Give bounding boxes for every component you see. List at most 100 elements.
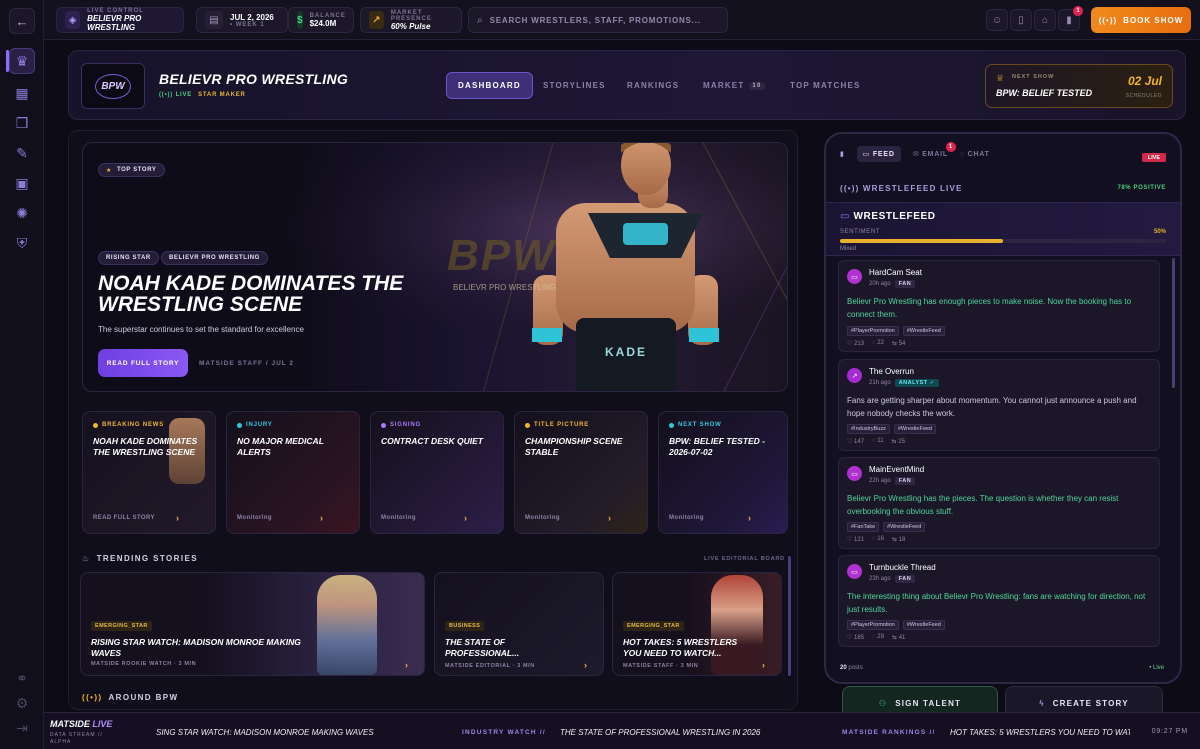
- link-icon[interactable]: ⚭: [9, 665, 35, 691]
- book-show-button[interactable]: ((•)) BOOK SHOW: [1091, 7, 1191, 33]
- post-tag[interactable]: #PlayerPromotion: [847, 326, 899, 336]
- news-card[interactable]: NEXT SHOW BPW: BELIEF TESTED - 2026-07-0…: [658, 411, 788, 534]
- post-tag[interactable]: #WrestleFeed: [902, 620, 945, 630]
- graduation-icon[interactable]: ⌂: [1034, 9, 1056, 31]
- balance-chip[interactable]: $ BALANCE $24.0M: [288, 7, 354, 33]
- ticker-clock: 09:27 PM: [1151, 728, 1188, 735]
- news-card[interactable]: INJURY NO MAJOR MEDICAL ALERTS Monitorin…: [226, 411, 360, 534]
- ring-icon[interactable]: ▦: [9, 80, 35, 106]
- tab-feed[interactable]: ▭ FEED: [856, 146, 901, 162]
- user-icon[interactable]: ☺: [986, 9, 1008, 31]
- balance-label: BALANCE: [309, 12, 346, 19]
- ticker-item[interactable]: THE STATE OF PROFESSIONAL WRESTLING IN 2…: [560, 728, 760, 737]
- feed-live-indicator: • Live: [1149, 665, 1164, 671]
- flame-icon: ♨: [82, 554, 91, 563]
- next-show-card[interactable]: ♕ NEXT SHOW BPW: BELIEF TESTED 02 Jul SC…: [985, 64, 1173, 108]
- chat-bubble-icon: ▭: [840, 211, 851, 222]
- hero-description: The superstar continues to set the stand…: [98, 325, 304, 334]
- briefcase-icon[interactable]: ▣: [9, 170, 35, 196]
- post-stats: ♡ 147 ◌ 11 ⇆ 25: [847, 438, 905, 445]
- trending-card[interactable]: EMERGING_STAR RISING STAR WATCH: MADISON…: [80, 572, 425, 676]
- hero-tag[interactable]: BELIEVR PRO WRESTLING: [161, 251, 268, 265]
- feed-post[interactable]: ▭ Turnbuckle Thread 23h ago FAN The inter…: [838, 555, 1160, 647]
- trending-card[interactable]: EMERGING_STAR HOT TAKES: 5 WRESTLERS YOU…: [612, 572, 782, 676]
- tab-rankings[interactable]: RANKINGS: [627, 72, 679, 99]
- dollar-icon: $: [297, 11, 303, 29]
- post-time: 22h ago: [869, 478, 891, 484]
- chevron-right-icon: ›: [176, 513, 179, 523]
- promotion-logo-icon: ◈: [65, 11, 81, 29]
- shield-icon[interactable]: ⛨: [9, 230, 35, 256]
- search-icon: ⌕: [477, 14, 483, 26]
- card-footer: Monitoring: [669, 515, 704, 521]
- post-author: The Overrun: [869, 367, 914, 376]
- story-meta: MATSIDE EDITORIAL · 3 MIN: [445, 663, 535, 669]
- wrestler-thumbnail: [317, 575, 377, 675]
- market-presence-chip[interactable]: ↗ MARKET PRESENCE 60% Pulse: [360, 7, 462, 33]
- post-tag[interactable]: #IndustryBuzz: [847, 424, 890, 434]
- document-icon[interactable]: ▯: [1010, 9, 1032, 31]
- post-tag[interactable]: #WrestleFeed: [902, 326, 945, 336]
- ticker-item[interactable]: SING STAR WATCH: MADISON MONROE MAKING W…: [156, 728, 374, 737]
- sentiment-value: 50%: [1153, 229, 1166, 235]
- back-arrow-icon[interactable]: ←: [9, 8, 35, 34]
- next-show-label: NEXT SHOW: [1012, 74, 1055, 80]
- chat-icon: ◌: [959, 150, 965, 158]
- post-tag[interactable]: #WrestleFeed: [893, 424, 936, 434]
- sentiment-box: ▭ WRESTLEFEED SENTIMENT 50% Mixed: [826, 202, 1180, 256]
- logout-icon[interactable]: ⇥: [9, 715, 35, 741]
- trending-card[interactable]: BUSINESS THE STATE OF PROFESSIONAL... MA…: [434, 572, 604, 676]
- news-card[interactable]: TITLE PICTURE CHAMPIONSHIP SCENE STABLE …: [514, 411, 648, 534]
- date-chip[interactable]: ▤ JUL 2, 2026 • WEEK 1: [196, 7, 288, 33]
- feed-post[interactable]: ↗ The Overrun 21h ago ANALYST ✓ Fans are …: [838, 359, 1160, 451]
- story-meta: MATSIDE STAFF · 3 MIN: [623, 663, 699, 669]
- post-tag[interactable]: #FanTake: [847, 522, 880, 532]
- next-show-name: BPW: BELIEF TESTED: [996, 88, 1093, 98]
- live-control-chip[interactable]: ◈ LIVE CONTROL BELIEVR PRO WRESTLING: [56, 7, 184, 33]
- ticker-category: INDUSTRY WATCH //: [462, 729, 546, 736]
- feed-post[interactable]: ▭ MainEventMind 22h ago FAN Believr Pro W…: [838, 457, 1160, 549]
- sentiment-mood: Mixed: [840, 246, 857, 252]
- post-tag[interactable]: #PlayerPromotion: [847, 620, 899, 630]
- network-icon[interactable]: ✺: [9, 200, 35, 226]
- broadcast-icon: ((•)): [1098, 15, 1118, 25]
- cards-icon[interactable]: ❒: [9, 110, 35, 136]
- post-stats: ♡ 213 ◌ 22 ⇆ 54: [847, 340, 906, 347]
- social-feed-phone: ▮ ▭ FEED ✉ EMAIL 1 ◌ CHAT LIVE ((•)) WRES…: [824, 132, 1182, 684]
- avatar-chat-icon: ▭: [847, 269, 862, 284]
- read-full-story-button[interactable]: READ FULL STORY: [98, 349, 188, 377]
- lightning-icon: ϟ: [1039, 698, 1045, 708]
- hero-story[interactable]: BPW BELIEVR PRO WRESTLING KADE ★ TOP STOR…: [82, 142, 788, 392]
- news-card[interactable]: SIGNING CONTRACT DESK QUIET Monitoring ›: [370, 411, 504, 534]
- post-tag[interactable]: #WrestleFeed: [883, 522, 926, 532]
- hero-tag[interactable]: RISING STAR: [98, 251, 159, 265]
- hero-watermark: BPW: [447, 231, 556, 280]
- pen-icon[interactable]: ✎: [9, 140, 35, 166]
- feed-scrollbar[interactable]: [1172, 258, 1175, 388]
- tab-chat[interactable]: ◌ CHAT: [960, 151, 990, 158]
- post-text: Believr Pro Wrestling has enough pieces …: [847, 297, 1132, 319]
- promotion-status: ((•)) LIVE STAR MAKER: [159, 92, 246, 98]
- tab-market[interactable]: MARKET 10: [703, 72, 765, 99]
- wrestler-icon[interactable]: ♛: [9, 48, 35, 74]
- avatar-chat-icon: ▭: [847, 564, 862, 579]
- phone-icon[interactable]: ▮ 1: [1058, 6, 1083, 31]
- promotion-header: BPW BELIEVR PRO WRESTLING ((•)) LIVE STA…: [68, 50, 1186, 120]
- ticker-item[interactable]: HOT TAKES: 5 WRESTLERS YOU NEED TO WATCH: [950, 728, 1130, 737]
- tab-email[interactable]: ✉ EMAIL 1: [913, 142, 956, 158]
- search-input[interactable]: ⌕ SEARCH WRESTLERS, STAFF, PROMOTIONS...: [468, 7, 728, 33]
- chevron-right-icon: ›: [320, 513, 323, 523]
- trending-scrollbar[interactable]: [788, 556, 791, 676]
- tab-storylines[interactable]: STORYLINES: [543, 72, 606, 99]
- settings-icon[interactable]: ⚙: [9, 690, 35, 716]
- book-show-label: BOOK SHOW: [1123, 15, 1184, 25]
- tab-dashboard[interactable]: DASHBOARD: [446, 72, 533, 99]
- wrestler-thumbnail: [711, 575, 763, 675]
- hero-background-art: [83, 143, 787, 391]
- feed-post[interactable]: ▭ HardCam Seat 20h ago FAN Believr Pro Wr…: [838, 260, 1160, 352]
- posts-count: 20 posts: [840, 665, 863, 671]
- post-author: Turnbuckle Thread: [869, 563, 936, 572]
- trending-heading: ♨ TRENDING STORIES: [82, 554, 198, 563]
- news-card[interactable]: BREAKING NEWS NOAH KADE DOMINATES THE WR…: [82, 411, 216, 534]
- tab-top-matches[interactable]: TOP MATCHES: [790, 72, 861, 99]
